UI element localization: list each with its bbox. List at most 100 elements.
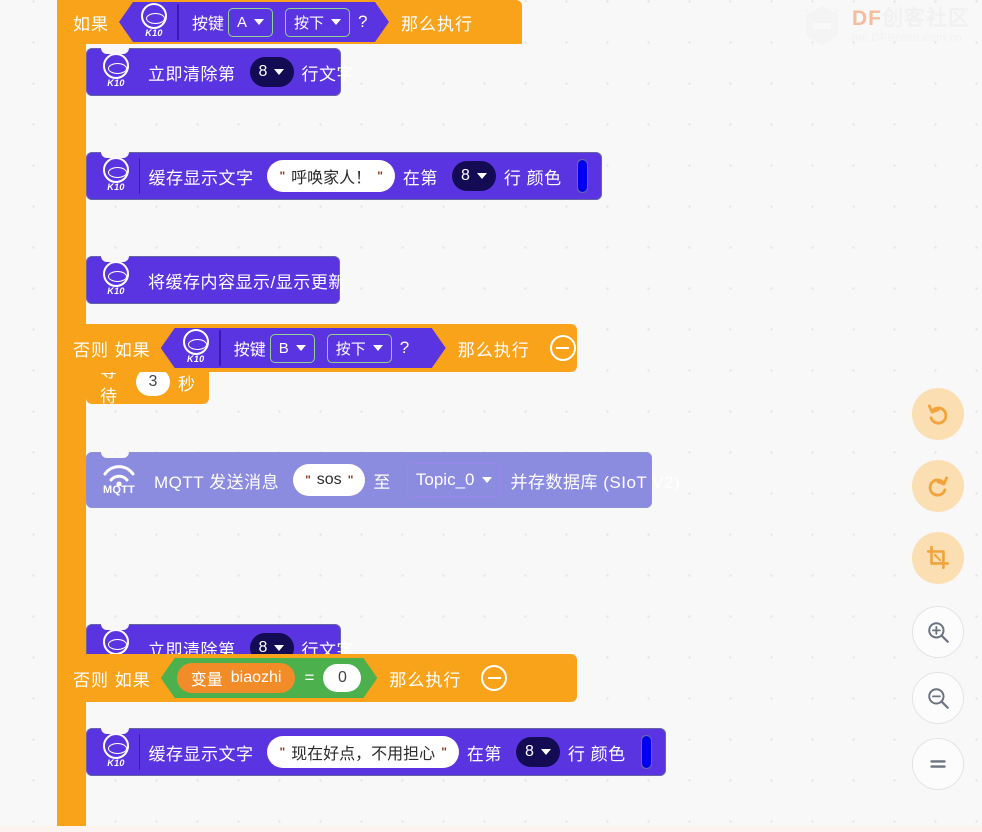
if-block-left-spine [57, 0, 86, 832]
block-notch [101, 452, 129, 458]
else-if-block-1-header[interactable]: 否则 如果 K10 按键 B 按下 ? 那么执行 [57, 324, 577, 372]
zoom-out-button[interactable] [912, 672, 964, 724]
mqtt-send-block[interactable]: MQTT MQTT 发送消息 " sos " 至 Topic_0 并存数据库 (… [86, 452, 680, 508]
chevron-down-icon [331, 19, 341, 25]
cache-text-suffix: 行 颜色 [503, 168, 562, 188]
then-label: 那么执行 [389, 670, 462, 690]
undo-button[interactable] [912, 388, 964, 440]
equals-condition[interactable]: 变量 biaozhi = 0 [161, 658, 378, 698]
wait-seconds-input[interactable]: 3 [136, 368, 170, 396]
chevron-down-icon [476, 173, 487, 179]
cache-text-mid: 在第 [466, 744, 502, 764]
quote-left: " [305, 473, 311, 487]
line-number-value: 8 [460, 167, 470, 184]
display-text-value: 现在好点，不用担心 [291, 746, 436, 763]
quote-left: " [279, 745, 286, 759]
cache-text-prefix: 缓存显示文字 [148, 744, 254, 764]
key-dropdown-value: B [278, 339, 289, 357]
wait-suffix: 秒 [178, 374, 195, 394]
canvas-bottom-edge [0, 826, 982, 832]
cache-text-suffix: 行 颜色 [567, 744, 626, 764]
zoom-in-button[interactable] [912, 606, 964, 658]
cache-text-prefix: 缓存显示文字 [148, 168, 254, 188]
variable-name: biaozhi [230, 669, 282, 686]
mqtt-send-mid: 至 [373, 472, 391, 492]
color-swatch[interactable] [576, 159, 589, 193]
else-if-label: 否则 如果 [73, 340, 151, 360]
chevron-down-icon [481, 477, 492, 483]
k10-cache-text-block[interactable]: K10 缓存显示文字 " 呼唤家人！ " 在第 8 行 颜色 [86, 152, 602, 200]
key-prefix-label: 按键 [233, 342, 266, 359]
key-prefix-label: 按键 [192, 16, 225, 33]
else-if-block-2-header[interactable]: 否则 如果 变量 biaozhi = 0 那么执行 [57, 654, 577, 702]
key-state-dropdown[interactable]: 按下 [285, 8, 350, 37]
then-label: 那么执行 [457, 340, 530, 360]
crop-button[interactable] [912, 532, 964, 584]
key-state-value: 按下 [294, 14, 325, 32]
line-number-dropdown[interactable]: 8 [249, 57, 294, 87]
mqtt-topic-dropdown[interactable]: Topic_0 [406, 463, 501, 497]
collapse-minus-icon[interactable] [549, 335, 576, 361]
variable-prefix: 变量 [190, 672, 223, 689]
equals-operator: = [304, 668, 315, 687]
mqtt-message-input[interactable]: " sos " [293, 464, 366, 496]
watermark-brand-df: DF [852, 6, 882, 30]
question-mark: ? [358, 12, 368, 31]
blocks-canvas[interactable]: DF创客社区 mc.DFRobot.com.cn 如果 K10 按键 A 按下 … [0, 0, 982, 832]
chevron-down-icon [540, 749, 551, 755]
variable-reporter[interactable]: 变量 biaozhi [177, 663, 296, 693]
redo-icon [928, 476, 949, 497]
mqtt-icon: MQTT [97, 460, 141, 500]
key-pressed-condition[interactable]: K10 按键 A 按下 ? [119, 2, 389, 42]
zoom-reset-button[interactable] [912, 738, 964, 790]
key-dropdown-value: A [237, 13, 248, 31]
watermark-site: mc.DFRobot.com.cn [852, 31, 963, 44]
key-pressed-condition[interactable]: K10 按键 B 按下 ? [161, 328, 446, 368]
if-block-header[interactable]: 如果 K10 按键 A 按下 ? 那么执行 [57, 0, 522, 44]
refresh-label: 将缓存内容显示/显示更新 [148, 272, 346, 292]
compare-value-input[interactable]: 0 [323, 664, 361, 692]
quote-right: " [347, 473, 354, 487]
display-text-value: 呼唤家人！ [291, 170, 372, 187]
k10-icon: K10 [99, 261, 133, 299]
clear-line-suffix: 行文字 [301, 64, 354, 84]
zoom-in-icon [928, 622, 949, 643]
k10-icon: K10 [99, 53, 133, 91]
key-state-dropdown[interactable]: 按下 [327, 334, 392, 363]
clear-line-prefix: 立即清除第 [148, 64, 236, 84]
redo-button[interactable] [912, 460, 964, 512]
key-dropdown[interactable]: A [228, 8, 273, 37]
k10-refresh-block[interactable]: K10 将缓存内容显示/显示更新 [86, 256, 345, 304]
line-number-value: 8 [258, 63, 268, 80]
key-dropdown[interactable]: B [270, 334, 315, 363]
display-text-input[interactable]: " 现在好点，不用担心 " [267, 736, 459, 768]
k10-cache-text-block[interactable]: K10 缓存显示文字 " 现在好点，不用担心 " 在第 8 行 颜色 [86, 728, 666, 776]
else-if-label: 否则 如果 [73, 670, 151, 690]
mqtt-send-prefix: MQTT 发送消息 [154, 472, 280, 492]
line-number-dropdown[interactable]: 8 [451, 161, 496, 191]
k10-icon: K10 [137, 3, 171, 41]
display-text-input[interactable]: " 呼唤家人！ " [267, 160, 395, 192]
question-mark: ? [399, 338, 410, 357]
if-label: 如果 [73, 14, 109, 34]
then-label: 那么执行 [401, 14, 473, 34]
mqtt-message-value: sos [316, 471, 342, 488]
block-divider [219, 330, 221, 366]
k10-clear-line-block[interactable]: K10 立即清除第 8 行文字 [86, 48, 354, 96]
undo-icon [927, 404, 948, 425]
mqtt-label: MQTT [103, 484, 135, 496]
equals-icon [930, 760, 946, 768]
cache-text-mid: 在第 [402, 168, 438, 188]
chevron-down-icon [254, 19, 264, 25]
chevron-down-icon [274, 69, 285, 75]
chevron-down-icon [274, 645, 285, 651]
k10-icon: K10 [99, 157, 133, 195]
quote-right: " [441, 745, 447, 759]
line-number-dropdown[interactable]: 8 [515, 737, 560, 767]
color-swatch[interactable] [640, 735, 653, 769]
df-hex-logo-icon [802, 4, 842, 48]
collapse-minus-icon[interactable] [481, 665, 508, 691]
block-divider [177, 4, 179, 40]
line-number-value: 8 [524, 743, 534, 760]
chevron-down-icon [296, 345, 306, 351]
